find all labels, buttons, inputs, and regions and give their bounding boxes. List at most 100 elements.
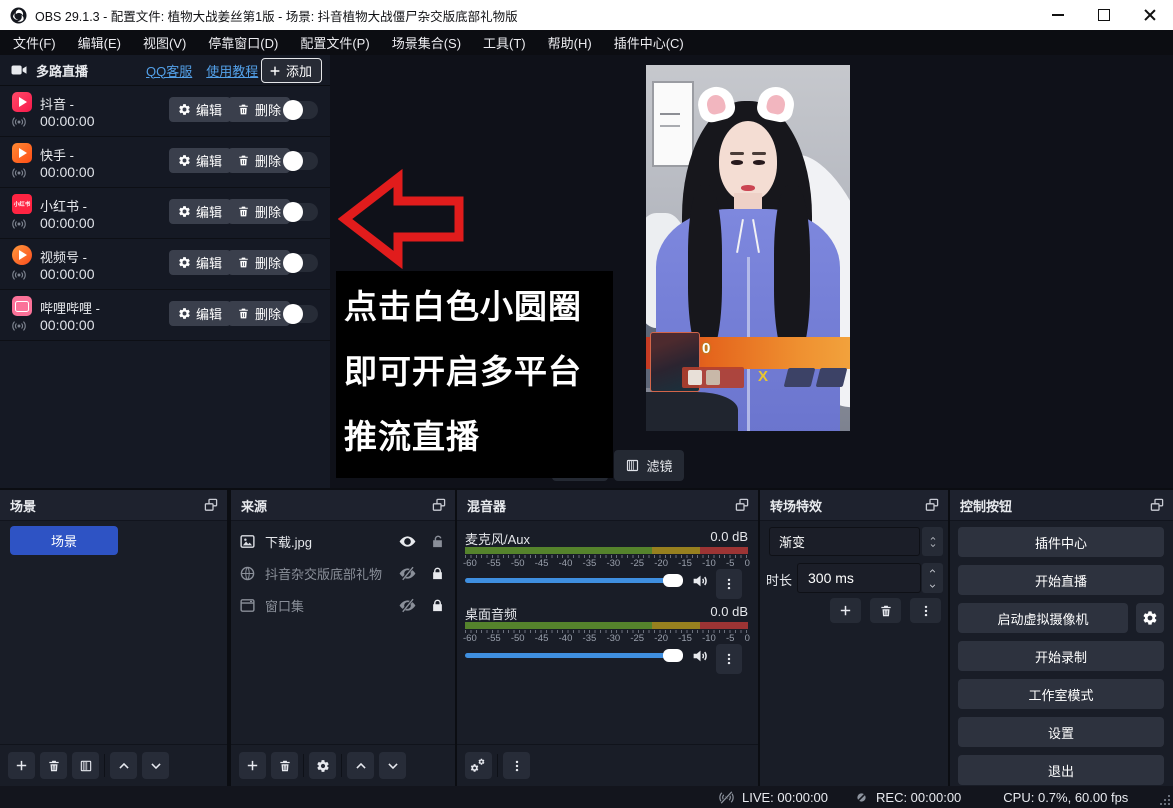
stream-toggle[interactable] — [285, 305, 318, 323]
edit-button[interactable]: 编辑 — [169, 199, 231, 224]
eye-slash-icon[interactable] — [398, 564, 417, 583]
add-scene-button[interactable] — [8, 752, 35, 779]
stream-toggle[interactable] — [285, 152, 318, 170]
channel-options-button[interactable] — [716, 569, 742, 599]
transition-select[interactable]: 渐变 — [769, 527, 920, 556]
source-row-window[interactable]: 窗口集 — [231, 590, 455, 621]
edit-button[interactable]: 编辑 — [169, 148, 231, 173]
stream-toggle[interactable] — [285, 203, 318, 221]
eye-slash-icon[interactable] — [398, 596, 417, 615]
unlock-icon[interactable] — [430, 534, 445, 549]
resize-grip[interactable] — [1160, 795, 1170, 805]
volume-slider[interactable] — [465, 578, 683, 583]
menu-view[interactable]: 视图(V) — [132, 30, 197, 55]
minimize-button[interactable] — [1035, 0, 1081, 30]
settings-button[interactable]: 设置 — [958, 717, 1164, 747]
scene-up-button[interactable] — [110, 752, 137, 779]
kebab-icon — [722, 652, 736, 666]
remove-scene-button[interactable] — [40, 752, 67, 779]
volume-slider-knob[interactable] — [663, 574, 683, 587]
chevron-up-icon — [354, 759, 368, 773]
delete-button[interactable]: 删除 — [228, 97, 290, 122]
kuaishou-icon — [12, 143, 32, 163]
start-virtual-camera-button[interactable]: 启动虚拟摄像机 — [958, 603, 1128, 633]
delete-button[interactable]: 删除 — [228, 301, 290, 326]
source-down-button[interactable] — [379, 752, 406, 779]
add-source-button[interactable] — [239, 752, 266, 779]
volume-meter — [465, 547, 748, 554]
source-properties-button[interactable] — [309, 752, 336, 779]
eyebrow-left — [730, 152, 744, 155]
volume-slider-knob[interactable] — [663, 649, 683, 662]
preview-area: 0 X 滤镜 点击白色小圆圈 即可开启多平台 推流直播 — [330, 55, 1173, 488]
transition-options-button[interactable] — [910, 598, 941, 623]
menu-edit[interactable]: 编辑(E) — [67, 30, 132, 55]
qq-support-link[interactable]: QQ客服 — [146, 61, 192, 80]
source-row-browser[interactable]: 抖音杂交版底部礼物 — [231, 558, 455, 589]
edit-button[interactable]: 编辑 — [169, 250, 231, 275]
remove-source-button[interactable] — [271, 752, 298, 779]
menu-file[interactable]: 文件(F) — [2, 30, 67, 55]
eye-icon[interactable] — [398, 532, 417, 551]
plugin-center-button[interactable]: 插件中心 — [958, 527, 1164, 557]
signal-icon — [11, 114, 27, 130]
add-transition-button[interactable] — [830, 598, 861, 623]
stream-name: 抖音 - — [40, 94, 74, 113]
popout-icon[interactable] — [924, 497, 940, 513]
studio-mode-button[interactable]: 工作室模式 — [958, 679, 1164, 709]
duration-spinner-arrows[interactable] — [922, 563, 943, 593]
menu-help[interactable]: 帮助(H) — [537, 30, 603, 55]
stream-row-douyin: 抖音 - 00:00:00 编辑 删除 — [0, 86, 330, 137]
advanced-audio-button[interactable] — [465, 752, 492, 779]
duration-input[interactable]: 300 ms — [797, 563, 921, 593]
trash-icon — [47, 759, 61, 773]
scene-filters-button[interactable] — [72, 752, 99, 779]
edit-button[interactable]: 编辑 — [169, 301, 231, 326]
tutorial-link[interactable]: 使用教程 — [206, 61, 258, 80]
delete-button[interactable]: 删除 — [228, 250, 290, 275]
maximize-button[interactable] — [1081, 0, 1127, 30]
exit-button[interactable]: 退出 — [958, 755, 1164, 785]
gear-icon — [178, 256, 191, 269]
add-stream-button[interactable]: 添加 — [261, 58, 322, 83]
menu-scene-collection[interactable]: 场景集合(S) — [381, 30, 472, 55]
speaker-icon[interactable] — [691, 572, 709, 590]
volume-slider[interactable] — [465, 653, 683, 658]
remove-transition-button[interactable] — [870, 598, 901, 623]
menu-docks[interactable]: 停靠窗口(D) — [197, 30, 289, 55]
speaker-icon[interactable] — [691, 647, 709, 665]
popout-icon[interactable] — [203, 497, 219, 513]
source-up-button[interactable] — [347, 752, 374, 779]
close-button[interactable] — [1127, 0, 1173, 30]
scene-down-button[interactable] — [142, 752, 169, 779]
gear-icon — [1142, 610, 1158, 626]
stream-toggle[interactable] — [285, 254, 318, 272]
menu-tools[interactable]: 工具(T) — [472, 30, 537, 55]
lock-icon[interactable] — [430, 566, 445, 581]
delete-button[interactable]: 删除 — [228, 199, 290, 224]
start-recording-button[interactable]: 开始录制 — [958, 641, 1164, 671]
meter-tick-label: -5 — [726, 558, 734, 569]
eye-right — [753, 160, 765, 165]
gear-icon — [178, 103, 191, 116]
popout-icon[interactable] — [431, 497, 447, 513]
stream-name: 哔哩哔哩 - — [40, 298, 100, 317]
popout-icon[interactable] — [734, 497, 750, 513]
menu-plugin-center[interactable]: 插件中心(C) — [603, 30, 695, 55]
transition-select-arrows[interactable] — [922, 527, 943, 556]
stream-toggle[interactable] — [285, 101, 318, 119]
popout-icon[interactable] — [1149, 497, 1165, 513]
source-row-image[interactable]: 下载.jpg — [231, 526, 455, 557]
plus-icon — [245, 758, 260, 773]
edit-button[interactable]: 编辑 — [169, 97, 231, 122]
channel-options-button[interactable] — [716, 644, 742, 674]
lock-icon[interactable] — [430, 598, 445, 613]
mixer-options-button[interactable] — [503, 752, 530, 779]
menu-profile[interactable]: 配置文件(P) — [289, 30, 380, 55]
delete-button[interactable]: 删除 — [228, 148, 290, 173]
scene-item-selected[interactable]: 场景 — [10, 526, 118, 555]
start-streaming-button[interactable]: 开始直播 — [958, 565, 1164, 595]
virtual-camera-config-button[interactable] — [1136, 603, 1164, 633]
filters-button[interactable]: 滤镜 — [614, 450, 684, 481]
meter-tick-label: 0 — [745, 633, 750, 644]
